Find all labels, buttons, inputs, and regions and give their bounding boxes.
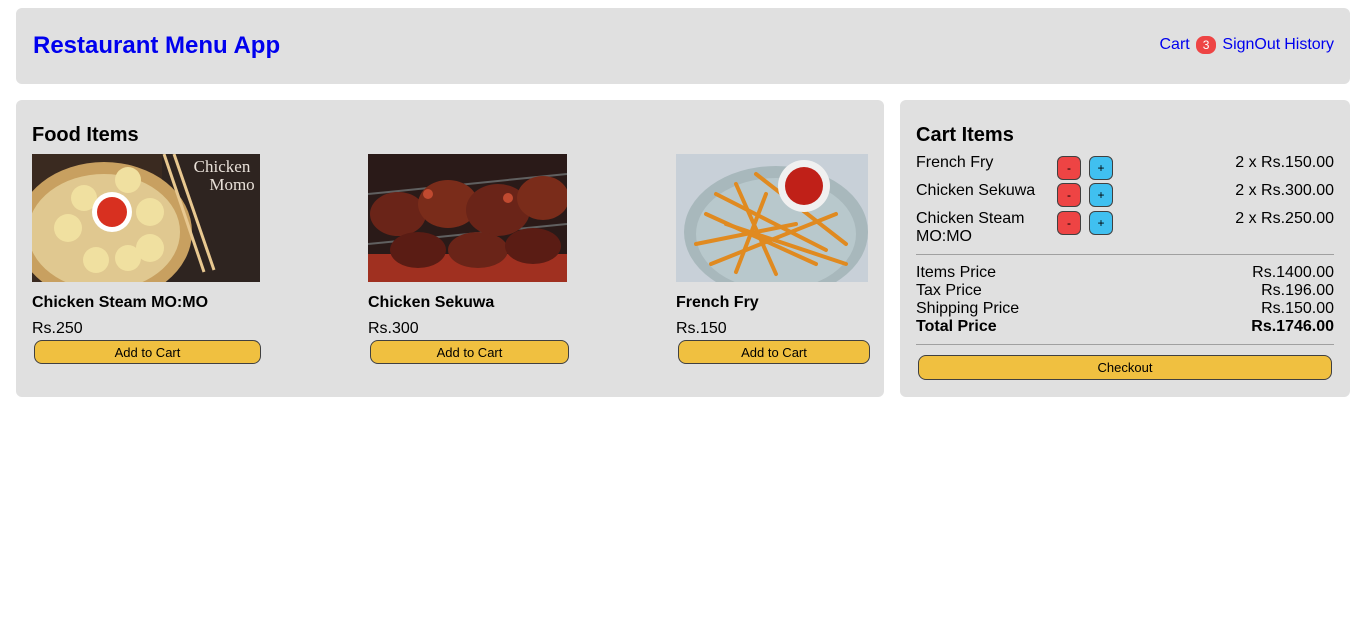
cart-items-title: Cart Items xyxy=(916,124,1014,146)
momo-image[interactable]: Chicken Momo xyxy=(32,154,260,282)
image-caption-line1: Chicken xyxy=(194,157,251,176)
history-link[interactable]: History xyxy=(1284,36,1334,54)
decrease-quantity-button[interactable]: - xyxy=(1057,183,1081,207)
checkout-button[interactable]: Checkout xyxy=(918,355,1332,380)
cart-item-name: Chicken Sekuwa xyxy=(916,182,1036,199)
items-price-row: Items Price Rs.1400.00 xyxy=(916,264,1334,282)
divider xyxy=(916,344,1334,345)
cart-items-panel: Cart Items French Fry - + 2 x Rs.150.00 … xyxy=(900,100,1350,397)
cart-item-quantity-price: 2 x Rs.250.00 xyxy=(1235,210,1334,227)
tax-price-label: Tax Price xyxy=(916,282,982,299)
cart-link-label: Cart xyxy=(1159,36,1190,53)
cart-row: Chicken Steam MO:MO - + 2 x Rs.250.00 xyxy=(916,210,1334,246)
items-price-label: Items Price xyxy=(916,264,997,281)
french-fry-image[interactable] xyxy=(676,154,868,282)
product-name: French Fry xyxy=(676,294,759,311)
product-name: Chicken Steam MO:MO xyxy=(32,294,209,311)
items-price-value: Rs.1400.00 xyxy=(1252,264,1334,281)
food-items-panel: Food Items Chicken Momo Chicken Steam MO… xyxy=(16,100,884,397)
cart-row: French Fry - + 2 x Rs.150.00 xyxy=(916,154,1334,182)
app-title-link[interactable]: Restaurant Menu App xyxy=(33,32,280,60)
food-items-title: Food Items xyxy=(32,124,139,146)
add-to-cart-button[interactable]: Add to Cart xyxy=(34,340,261,364)
sekuwa-image[interactable] xyxy=(368,154,567,282)
cart-item-quantity-price: 2 x Rs.300.00 xyxy=(1235,182,1334,199)
image-caption-line2: Momo xyxy=(209,175,254,194)
cart-count-badge: 3 xyxy=(1195,36,1217,54)
cart-item-name: Chicken Steam MO:MO xyxy=(916,210,1025,245)
decrease-quantity-button[interactable]: - xyxy=(1057,156,1081,180)
shipping-price-label: Shipping Price xyxy=(916,300,1020,317)
increase-quantity-button[interactable]: + xyxy=(1089,211,1113,235)
add-to-cart-button[interactable]: Add to Cart xyxy=(678,340,870,364)
total-price-label: Total Price xyxy=(916,318,997,335)
increase-quantity-button[interactable]: + xyxy=(1089,156,1113,180)
divider xyxy=(916,254,1334,255)
product-price: Rs.150 xyxy=(676,320,727,337)
tax-price-value: Rs.196.00 xyxy=(1261,282,1334,299)
tax-price-row: Tax Price Rs.196.00 xyxy=(916,282,1334,300)
product-name: Chicken Sekuwa xyxy=(368,294,495,311)
product-card: French Fry Rs.150 Add to Cart xyxy=(676,154,870,364)
product-card: Chicken Sekuwa Rs.300 Add to Cart xyxy=(368,154,570,364)
decrease-quantity-button[interactable]: - xyxy=(1057,211,1081,235)
total-price-row: Total Price Rs.1746.00 xyxy=(916,318,1334,336)
cart-row: Chicken Sekuwa - + 2 x Rs.300.00 xyxy=(916,182,1334,210)
total-price-value: Rs.1746.00 xyxy=(1251,318,1334,335)
product-card: Chicken Momo Chicken Steam MO:MO Rs.250 … xyxy=(32,154,262,364)
increase-quantity-button[interactable]: + xyxy=(1089,183,1113,207)
product-price: Rs.300 xyxy=(368,320,419,337)
product-price: Rs.250 xyxy=(32,320,83,337)
shipping-price-row: Shipping Price Rs.150.00 xyxy=(916,300,1334,318)
cart-item-name: French Fry xyxy=(916,154,994,171)
shipping-price-value: Rs.150.00 xyxy=(1261,300,1334,317)
cart-link[interactable]: Cart 3 xyxy=(1159,36,1222,54)
top-nav: Cart 3 SignOut History xyxy=(1159,36,1334,54)
signout-link[interactable]: SignOut xyxy=(1222,36,1280,54)
cart-item-quantity-price: 2 x Rs.150.00 xyxy=(1235,154,1334,171)
app-header: Restaurant Menu App Cart 3 SignOut Histor… xyxy=(16,8,1350,84)
add-to-cart-button[interactable]: Add to Cart xyxy=(370,340,569,364)
